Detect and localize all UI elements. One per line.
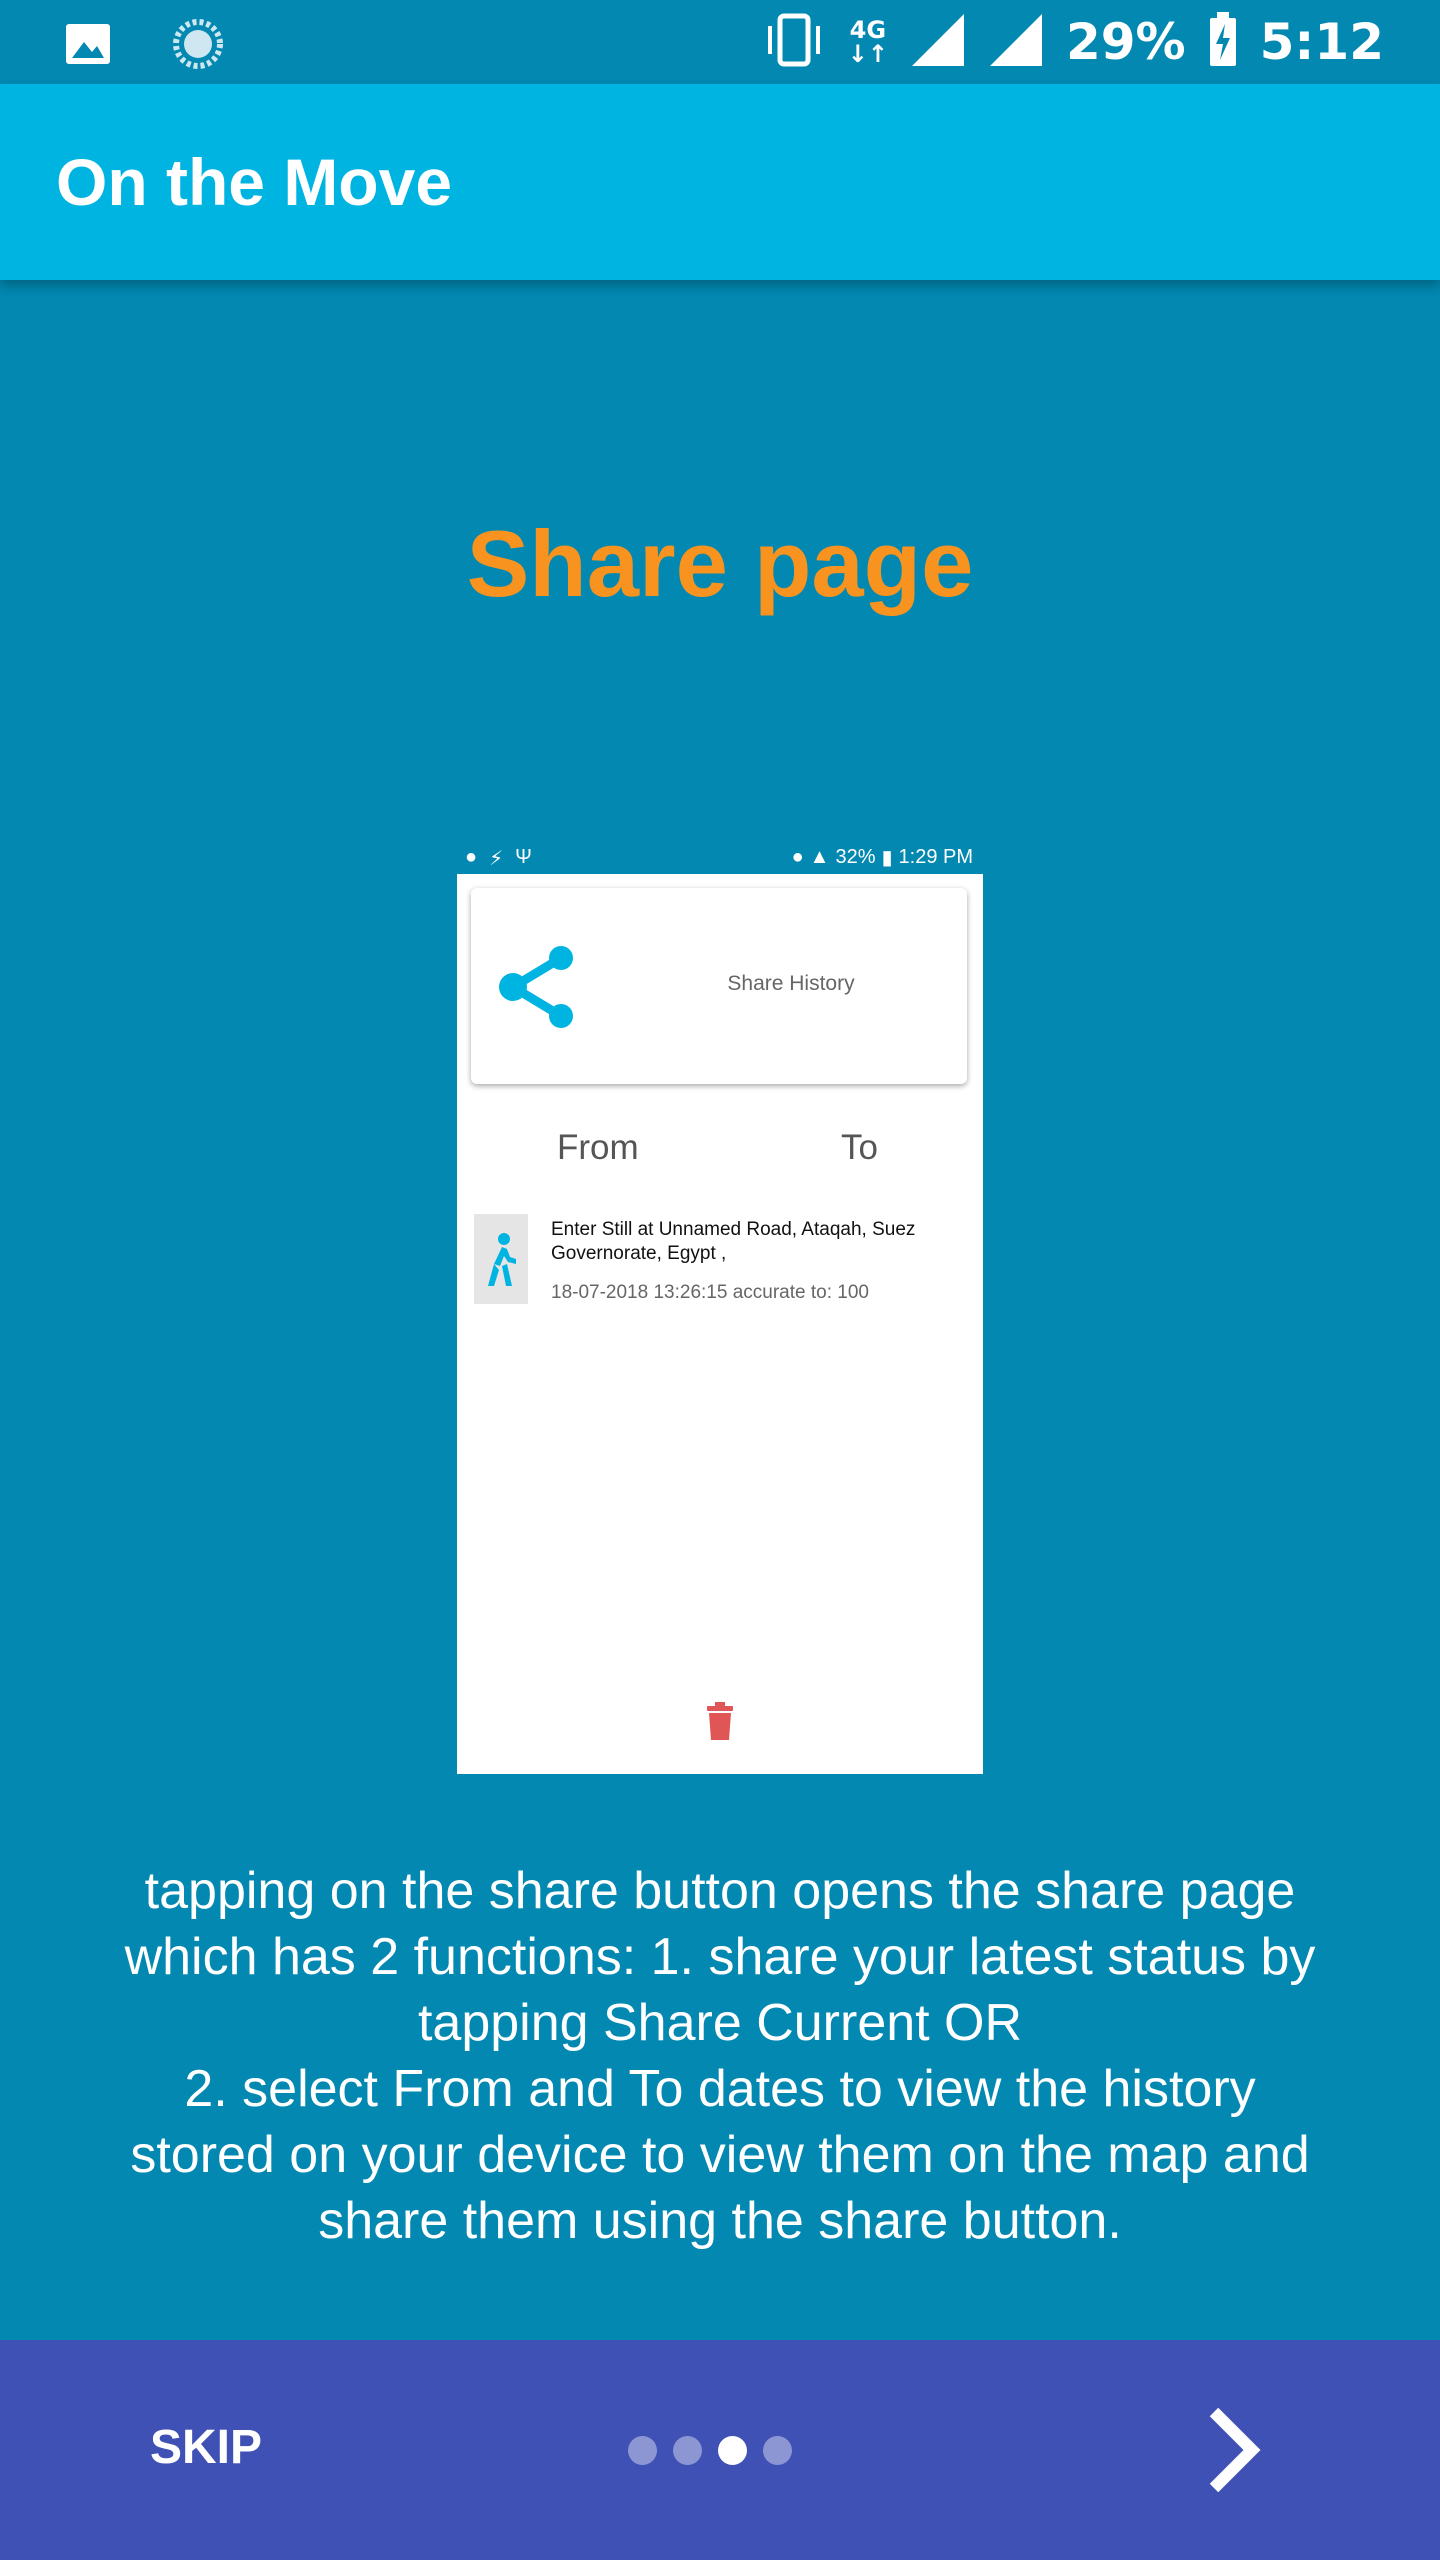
history-entry-title: Enter Still at Unnamed Road, Ataqah, Sue… — [551, 1219, 916, 1264]
preview-status-bar: ● ⚡ Ψ ● ▲ 32% ▮ 1:29 PM — [457, 840, 983, 874]
share-history-card: Share History — [471, 888, 967, 1084]
description-line: stored on your device to view them on th… — [130, 2126, 1310, 2184]
signal-icon — [910, 12, 966, 73]
trash-icon — [705, 1702, 735, 1745]
description-line: share them using the share button. — [318, 2192, 1122, 2250]
vibrate-icon — [762, 12, 826, 73]
preview-screen: Share History From To Enter Still at Unn… — [457, 874, 983, 1774]
page-dot[interactable] — [628, 2436, 657, 2465]
next-button[interactable] — [1184, 2400, 1284, 2500]
onboarding-bottom-bar: SKIP — [0, 2340, 1440, 2560]
signal-icon-secondary — [988, 12, 1044, 73]
description-line: tapping on the share button opens the sh… — [144, 1862, 1296, 1920]
app-bar: On the Move — [0, 84, 1440, 280]
preview-battery-percent: 32% — [835, 846, 876, 868]
walking-icon — [488, 1233, 516, 1286]
skip-button[interactable]: SKIP — [150, 2420, 262, 2475]
walking-activity-icon-box — [474, 1214, 528, 1304]
network-type-label: 4G — [849, 16, 887, 44]
page-dot-active[interactable] — [718, 2436, 747, 2465]
description-line: tapping Share Current OR — [417, 1994, 1023, 2052]
page-dot[interactable] — [763, 2436, 792, 2465]
description-line: which has 2 functions: 1. share your lat… — [124, 1928, 1316, 1986]
preview-signal-icon: ▲ — [809, 846, 830, 868]
status-bar: 4G ↓↑ 29% 5:12 — [0, 0, 1440, 84]
preview-flash-icon: ⚡ — [489, 848, 504, 870]
battery-charging-icon — [1208, 11, 1238, 73]
share-page-preview: ● ⚡ Ψ ● ▲ 32% ▮ 1:29 PM Share History Fr… — [457, 840, 983, 1774]
preview-notification-icon: ● — [465, 846, 478, 868]
battery-percent: 29% — [1065, 13, 1186, 71]
app-title: On the Move — [56, 145, 453, 219]
to-date-label: To — [841, 1128, 878, 1167]
share-icon — [497, 944, 577, 1035]
onboarding-description: tapping on the share button opens the sh… — [40, 1858, 1400, 2254]
page-indicator — [628, 2436, 792, 2465]
onboarding-title: Share page — [466, 511, 974, 616]
description-line: 2. select From and To dates to view the … — [184, 2060, 1256, 2118]
preview-usb-icon: Ψ — [515, 846, 532, 868]
preview-location-icon: ● — [791, 846, 804, 868]
chevron-right-icon — [1209, 2407, 1261, 2493]
network-type: 4G ↓↑ — [847, 16, 888, 68]
gallery-notification-icon — [64, 20, 112, 73]
preview-clock: 1:29 PM — [898, 846, 973, 868]
preview-battery-icon: ▮ — [881, 847, 893, 869]
from-date-label: From — [557, 1128, 639, 1167]
history-entry-meta: 18-07-2018 13:26:15 accurate to: 100 — [551, 1282, 869, 1303]
clock: 5:12 — [1259, 13, 1384, 71]
share-history-label: Share History — [727, 972, 855, 995]
sync-notification-icon — [172, 18, 224, 75]
page-dot[interactable] — [673, 2436, 702, 2465]
